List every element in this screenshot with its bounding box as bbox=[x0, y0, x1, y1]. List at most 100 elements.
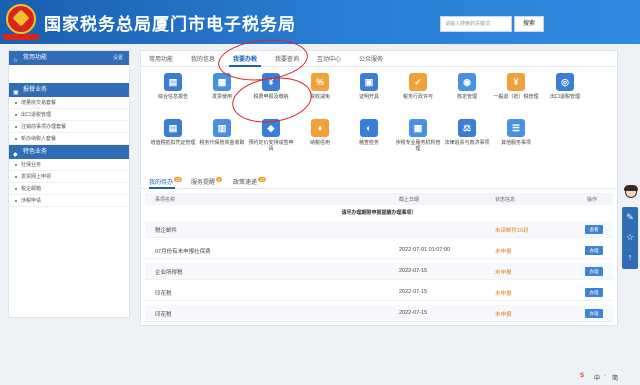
col-name: 事项名称 bbox=[155, 197, 176, 203]
sidebar-common-header[interactable]: ☆ 常用功能 设置 bbox=[9, 51, 129, 65]
sidebar-item[interactable]: 税企邮箱 bbox=[9, 183, 129, 195]
sidebar-item[interactable]: 新办纳税人套餐 bbox=[9, 133, 129, 145]
tool-item[interactable]: ▤ 综合信息报告 bbox=[149, 73, 197, 109]
row-status: 未申报 bbox=[495, 249, 512, 255]
subtab-reminder-badge: 0 bbox=[216, 177, 223, 182]
handle-button[interactable]: 办理 bbox=[585, 288, 603, 297]
tool-item[interactable]: ✓ 税务行政许可 bbox=[394, 73, 442, 109]
tool-item[interactable]: ♦ 纳税信用 bbox=[296, 119, 344, 155]
sidebar-spacer bbox=[9, 65, 129, 83]
tool-item[interactable]: ▤ 增值税抵扣凭证管理 bbox=[149, 119, 197, 155]
row-date: 2022-07-15 bbox=[399, 268, 428, 274]
star-icon[interactable]: ☆ bbox=[622, 227, 638, 247]
site-header: 国家税务总局厦门市电子税务局 请输入搜索的关键词 搜索 bbox=[0, 0, 640, 44]
tab-bar: 常用功能 我的信息 我要办税 我要查询 互动中心 公众服务 bbox=[141, 51, 617, 67]
certificate-icon: ▣ bbox=[360, 73, 378, 91]
subtab-reminder[interactable]: 服务提醒0 bbox=[191, 177, 223, 186]
up-icon[interactable]: ↑ bbox=[622, 247, 638, 267]
tab-common[interactable]: 常用功能 bbox=[149, 54, 173, 63]
tool-item[interactable]: ◐ 稽查检务 bbox=[345, 119, 393, 155]
sidebar-item[interactable]: 涉税申请 bbox=[9, 195, 129, 207]
tool-item[interactable]: ☰ 其他服务事项 bbox=[492, 119, 540, 155]
tool-label: 法律追责与救济事项 bbox=[444, 140, 490, 146]
subtab-policy-badge: 13 bbox=[258, 177, 267, 182]
ime-simplified[interactable]: 简 bbox=[612, 373, 618, 382]
icon-glyph: ☰ bbox=[511, 123, 521, 133]
verify-icon: ◉ bbox=[458, 73, 476, 91]
row-name: 企业所得税 bbox=[155, 270, 183, 276]
export-refund-icon: ◎ bbox=[556, 73, 574, 91]
sidebar: ☆ 常用功能 设置 ▣ 报餐业务 增量房交易套餐 出口退税管理 注销前事项办理套… bbox=[8, 50, 130, 318]
row-status: 未申报 bbox=[495, 270, 512, 276]
star-icon: ☆ bbox=[13, 58, 19, 64]
tool-item[interactable]: ◉ 核定管理 bbox=[443, 73, 491, 109]
tool-label: 核定管理 bbox=[456, 94, 477, 100]
tool-item[interactable]: ◎ 出口退税管理 bbox=[541, 73, 589, 109]
chat-icon[interactable]: ✎ bbox=[622, 207, 638, 227]
active-subtab-indicator bbox=[149, 187, 175, 189]
handle-button[interactable]: 办理 bbox=[585, 309, 603, 318]
handle-button[interactable]: 办理 bbox=[585, 246, 603, 255]
report-icon: ▤ bbox=[164, 73, 182, 91]
view-button[interactable]: 查看 bbox=[585, 225, 603, 234]
assistant-avatar[interactable] bbox=[623, 185, 639, 206]
ime-mode[interactable]: 中 bbox=[594, 373, 600, 382]
icon-glyph: ▤ bbox=[168, 123, 178, 133]
sidebar-settings-link[interactable]: 设置 bbox=[113, 51, 123, 65]
sidebar-item[interactable]: 注销前事项办理套餐 bbox=[9, 121, 129, 133]
table-row: 07月份有未申报社保费 2022-07-01 01:07:00 未申报 办理 bbox=[145, 242, 613, 259]
sidebar-section-header[interactable]: ◆ 特色业务 bbox=[9, 145, 129, 159]
search-input[interactable]: 请输入搜索的关键词 bbox=[440, 16, 512, 32]
tool-label: 增值税抵扣凭证管理 bbox=[150, 140, 196, 146]
subtab-todo[interactable]: 我的待办23 bbox=[149, 177, 183, 186]
subtab-policy[interactable]: 政策速递13 bbox=[233, 177, 267, 186]
sidebar-item[interactable]: 增量房交易套餐 bbox=[9, 97, 129, 109]
row-status: 未申报 bbox=[495, 312, 512, 318]
refund-icon: ¥ bbox=[507, 73, 525, 91]
avatar-hair bbox=[624, 185, 638, 191]
tool-item[interactable]: ¥ 一般退（抵）税管理 bbox=[492, 73, 540, 109]
subtab-todo-label: 我的待办 bbox=[149, 180, 174, 186]
tab-interaction[interactable]: 互动中心 bbox=[317, 54, 341, 63]
tab-public-service[interactable]: 公众服务 bbox=[359, 54, 383, 63]
sidebar-item[interactable]: 社保业务 bbox=[9, 159, 129, 171]
ime-punct[interactable]: · bbox=[604, 373, 606, 379]
tool-label: 税务行政许可 bbox=[402, 94, 433, 100]
tool-item[interactable]: ⚖ 法律追责与救济事项 bbox=[443, 119, 491, 155]
ime-logo-icon[interactable]: S bbox=[580, 373, 584, 379]
tool-item[interactable]: ◆ 预约定价安排谈签申请 bbox=[247, 119, 295, 155]
tool-label: 综合信息报告 bbox=[157, 94, 188, 100]
icon-glyph: ▥ bbox=[217, 123, 227, 133]
sidebar-common-label: 常用功能 bbox=[23, 55, 48, 61]
subtab-policy-label: 政策速递 bbox=[233, 180, 258, 186]
tab-my-info[interactable]: 我的信息 bbox=[191, 54, 215, 63]
row-name: 印花税 bbox=[155, 312, 172, 318]
sidebar-section-header[interactable]: ▣ 报餐业务 bbox=[9, 83, 129, 97]
emblem-band bbox=[3, 34, 39, 40]
main-panel: 常用功能 我的信息 我要办税 我要查询 互动中心 公众服务 ▤ 综合信息报告 ▦ 发票… bbox=[140, 50, 618, 326]
tool-item[interactable]: ▣ 证明开具 bbox=[345, 73, 393, 109]
table-row: 税企邮件 未读邮件10封 查看 bbox=[145, 221, 613, 238]
col-date: 截止日期 bbox=[399, 197, 420, 203]
tool-item[interactable]: ▦ 涉税专业服务机构管理 bbox=[394, 119, 442, 155]
row-status: 未申报 bbox=[495, 291, 512, 297]
icon-glyph: ▦ bbox=[413, 123, 423, 133]
agency-icon: ▦ bbox=[409, 119, 427, 137]
table-row: 企业所得税 2022-07-15 未申报 办理 bbox=[145, 263, 613, 280]
site-title: 国家税务总局厦门市电子税务局 bbox=[44, 15, 296, 34]
icon-glyph: ¥ bbox=[513, 77, 519, 87]
handle-button[interactable]: 办理 bbox=[585, 267, 603, 276]
icon-glyph: ♦ bbox=[317, 123, 323, 133]
icon-glyph: ▤ bbox=[168, 77, 178, 87]
row-status: 未读邮件10封 bbox=[495, 228, 529, 234]
search-button[interactable]: 搜索 bbox=[514, 16, 544, 32]
deadline-notice: 请尽办理期限申报提醒办理事项！ bbox=[341, 210, 417, 216]
inspection-icon: ◐ bbox=[360, 119, 378, 137]
sidebar-item[interactable]: 出口退税管理 bbox=[9, 109, 129, 121]
subtab-reminder-label: 服务提醒 bbox=[191, 180, 216, 186]
icon-glyph: ◐ bbox=[366, 123, 372, 133]
table-row: 印花税 2022-07-15 未申报 办理 bbox=[145, 284, 613, 301]
tool-item[interactable]: ▥ 税务代保管资金收取 bbox=[198, 119, 246, 155]
custody-icon: ▥ bbox=[213, 119, 231, 137]
sidebar-item[interactable]: 发票网上申领 bbox=[9, 171, 129, 183]
